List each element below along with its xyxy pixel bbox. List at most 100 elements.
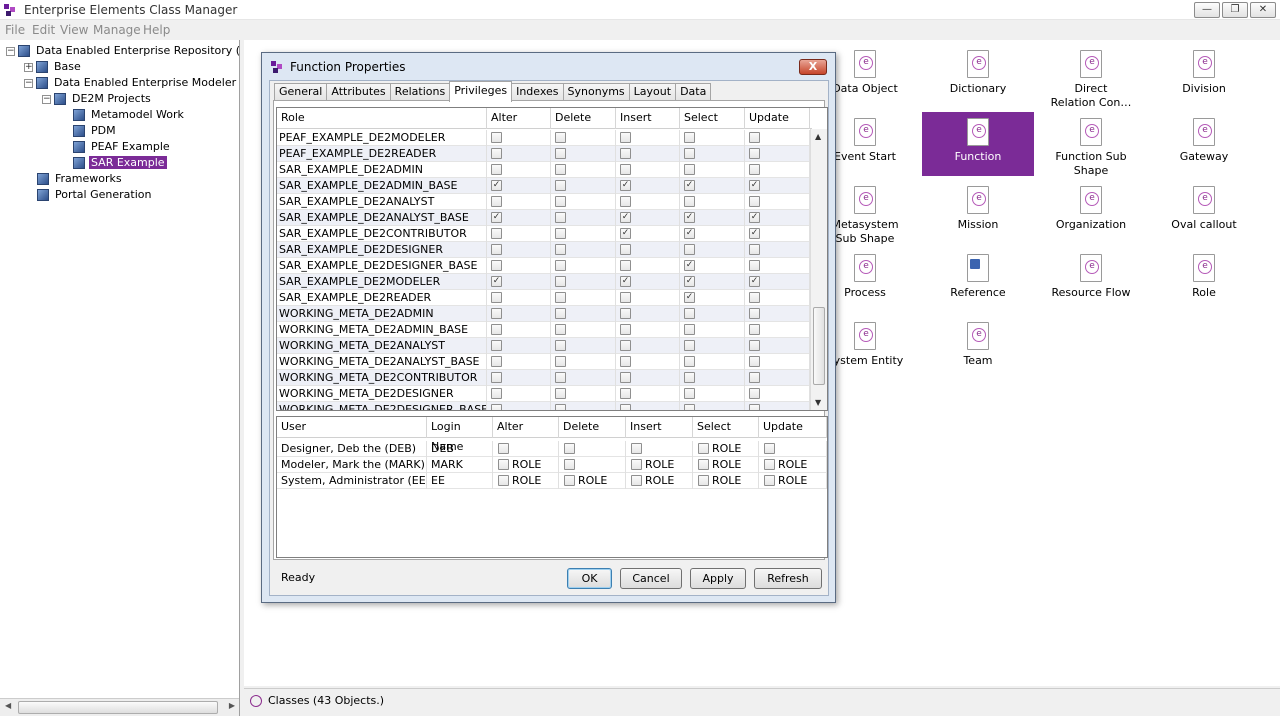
alter-checkbox[interactable] [491,260,502,271]
user-privileges-grid[interactable]: User Login Name Alter Delete Insert Select Upd… [276,416,828,558]
user-row[interactable]: System, Administrator (EE) EE ROLE ROLE ROLE… [277,473,827,489]
select-checkbox[interactable] [684,356,695,367]
insert-checkbox[interactable] [620,148,631,159]
alter-checkbox[interactable] [491,132,502,143]
tab-relations[interactable]: Relations [389,83,451,101]
class-item[interactable]: Direct Relation Con… [1035,44,1147,109]
alter-checkbox[interactable] [491,276,502,287]
select-checkbox[interactable] [698,443,709,454]
insert-checkbox[interactable] [620,260,631,271]
scroll-down-icon[interactable]: ▼ [815,398,821,407]
column-header[interactable]: Insert [626,417,693,438]
tab-indexes[interactable]: Indexes [511,83,564,101]
delete-checkbox[interactable] [555,372,566,383]
column-header[interactable]: Insert [616,108,680,129]
scroll-thumb[interactable] [18,701,218,714]
column-header[interactable]: Update [745,108,810,129]
alter-checkbox[interactable] [491,388,502,399]
class-item[interactable]: Mission [922,180,1034,244]
alter-checkbox[interactable] [491,324,502,335]
class-item[interactable]: Team [922,316,1034,380]
select-checkbox[interactable] [684,148,695,159]
role-row[interactable]: SAR_EXAMPLE_DE2CONTRIBUTOR [277,226,812,242]
column-header[interactable]: Update [759,417,827,438]
menu-edit[interactable]: Edit [32,23,55,37]
class-item[interactable]: Gateway [1148,112,1260,176]
tree-horizontal-scrollbar[interactable]: ◀ ▶ [0,698,239,716]
insert-checkbox[interactable] [631,443,642,454]
update-checkbox[interactable] [749,340,760,351]
delete-checkbox[interactable] [555,148,566,159]
alter-checkbox[interactable] [491,404,502,410]
column-header[interactable]: Select [693,417,759,438]
refresh-button[interactable]: Refresh [754,568,822,589]
role-row[interactable]: PEAF_EXAMPLE_DE2READER [277,146,812,162]
update-checkbox[interactable] [764,443,775,454]
insert-checkbox[interactable] [620,180,631,191]
select-checkbox[interactable] [684,180,695,191]
menu-help[interactable]: Help [143,23,170,37]
update-checkbox[interactable] [749,324,760,335]
select-checkbox[interactable] [684,228,695,239]
tree-node[interactable]: + Base [24,59,83,75]
delete-checkbox[interactable] [564,475,575,486]
column-header[interactable]: Login Name [427,417,493,453]
column-header[interactable]: User [277,417,427,438]
role-row[interactable]: WORKING_META_DE2DESIGNER [277,386,812,402]
select-checkbox[interactable] [684,244,695,255]
role-row[interactable]: SAR_EXAMPLE_DE2ANALYST_BASE [277,210,812,226]
delete-checkbox[interactable] [555,164,566,175]
delete-checkbox[interactable] [555,244,566,255]
select-checkbox[interactable] [684,292,695,303]
alter-checkbox[interactable] [491,308,502,319]
tab-privileges[interactable]: Privileges [449,81,513,102]
insert-checkbox[interactable] [620,404,631,410]
class-item[interactable]: Resource Flow [1035,248,1147,312]
update-checkbox[interactable] [749,276,760,287]
role-row[interactable]: WORKING_META_DE2CONTRIBUTOR [277,370,812,386]
class-item[interactable]: Dictionary [922,44,1034,108]
insert-checkbox[interactable] [620,164,631,175]
role-row[interactable]: SAR_EXAMPLE_DE2ADMIN_BASE [277,178,812,194]
alter-checkbox[interactable] [491,148,502,159]
update-checkbox[interactable] [749,308,760,319]
insert-checkbox[interactable] [620,292,631,303]
role-row[interactable]: WORKING_META_DE2ADMIN [277,306,812,322]
insert-checkbox[interactable] [620,244,631,255]
user-row[interactable]: Designer, Deb the (DEB) DEB ROLE [277,441,827,457]
update-checkbox[interactable] [749,212,760,223]
select-checkbox[interactable] [684,324,695,335]
tree-node[interactable]: Portal Generation [24,187,153,203]
close-window-button[interactable]: ✕ [1250,2,1276,18]
menu-file[interactable]: File [5,23,25,37]
update-checkbox[interactable] [749,132,760,143]
alter-checkbox[interactable] [491,292,502,303]
repository-tree[interactable]: − Data Enabled Enterprise Repository (DE2… [0,40,240,716]
tree-node[interactable]: − DE2M Projects [42,91,153,107]
alter-checkbox[interactable] [498,443,509,454]
role-row[interactable]: SAR_EXAMPLE_DE2ADMIN [277,162,812,178]
delete-checkbox[interactable] [555,276,566,287]
update-checkbox[interactable] [749,196,760,207]
insert-checkbox[interactable] [620,132,631,143]
alter-checkbox[interactable] [491,228,502,239]
column-header[interactable]: Alter [493,417,559,438]
insert-checkbox[interactable] [620,356,631,367]
role-row[interactable]: SAR_EXAMPLE_DE2READER [277,290,812,306]
tree-node[interactable]: Metamodel Work [60,107,186,123]
class-item[interactable]: Reference [922,248,1034,312]
select-checkbox[interactable] [698,475,709,486]
alter-checkbox[interactable] [491,244,502,255]
delete-checkbox[interactable] [555,340,566,351]
select-checkbox[interactable] [684,340,695,351]
select-checkbox[interactable] [684,260,695,271]
collapse-icon[interactable]: − [6,46,15,56]
alter-checkbox[interactable] [491,340,502,351]
column-header[interactable]: Alter [487,108,551,129]
select-checkbox[interactable] [684,212,695,223]
delete-checkbox[interactable] [555,212,566,223]
update-checkbox[interactable] [749,148,760,159]
class-item[interactable]: Function [922,112,1034,176]
alter-checkbox[interactable] [491,196,502,207]
tab-general[interactable]: General [274,83,328,101]
